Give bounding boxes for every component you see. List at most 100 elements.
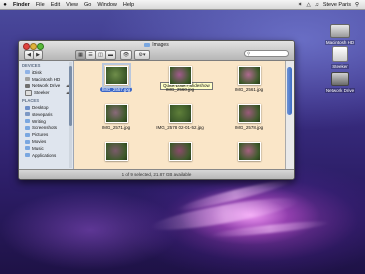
sidebar-scrollbar[interactable] [69,62,72,168]
bluetooth-icon[interactable]: ✴ [296,2,305,8]
hard-drive-icon [330,24,350,38]
desktop-icon-steeker[interactable]: Steeker [318,46,362,69]
sidebar-places-header: PLACES [22,98,39,104]
window-title: Images [19,42,294,48]
forward-button[interactable]: ▶ [33,50,43,60]
sidebar-item-desktop[interactable]: Desktop [19,104,73,111]
sidebar-item-label: Screenshots [32,125,58,131]
apple-menu-icon[interactable]: ● [0,2,10,8]
wifi-icon[interactable]: △ [304,2,312,8]
action-menu-button[interactable]: ⚙▾ [134,50,150,60]
volume-icon[interactable]: ♫ [313,2,321,8]
user-name[interactable]: Steve Paris [321,2,353,8]
file-name-label[interactable]: IMG_2578.jpg [223,125,275,130]
file-icon-grid: Quick Look / Slideshow IMG_2557.jpg IMG_2… [74,61,285,169]
image-thumbnail[interactable] [237,66,261,85]
sidebar-item-network-drive[interactable]: Network Drive ⏏ [19,83,73,90]
image-thumbnail[interactable] [104,104,128,123]
cover-flow-button[interactable]: ▬ [105,50,116,60]
file-item[interactable]: IMG_2557.jpg [90,61,142,97]
file-item[interactable] [223,137,275,173]
desktop-icon-network-drive[interactable]: Network Drive [318,72,362,93]
sidebar-item-label: iDisk [32,69,42,75]
movies-folder-icon [25,139,30,144]
menu-go[interactable]: Go [81,2,94,8]
image-thumbnail[interactable] [104,142,128,161]
file-name-label[interactable]: IMG_2557.jpg [99,87,133,92]
finder-window: Images ◀ ▶ ▦ ☰ ◫ ▬ 👁 ⚙▾ ⚲ DEVICES iDisk … [18,40,295,180]
file-name-label[interactable]: IMG_2560.jpg [154,87,206,92]
file-name-label[interactable]: IMG_2571.jpg [90,125,142,130]
file-name-label[interactable]: IMG_2578 02-01-52.jpg [154,125,206,130]
sidebar-item-writing[interactable]: Writing [19,118,73,125]
file-item[interactable]: IMG_2560.jpg [154,61,206,97]
menu-help[interactable]: Help [120,2,137,8]
sidebar-item-label: Writing [32,118,46,124]
sidebar-item-label: Desktop [32,105,49,111]
menu-bar: ● Finder File Edit View Go Window Help ✴… [0,0,365,10]
window-toolbar: Images ◀ ▶ ▦ ☰ ◫ ▬ 👁 ⚙▾ ⚲ [19,41,294,61]
window-title-text: Images [152,42,169,48]
music-folder-icon [25,146,30,151]
spotlight-icon[interactable]: ⚲ [353,2,361,8]
sidebar-item-steeker[interactable]: Steeker ⏏ [19,89,73,96]
image-thumbnail[interactable] [101,63,131,88]
file-item[interactable]: IMG_2561.jpg [223,61,275,97]
menu-edit[interactable]: Edit [48,2,63,8]
file-name-label[interactable]: IMG_2561.jpg [223,87,275,92]
desktop-icon-label: Macintosh HD [324,40,356,45]
image-thumbnail[interactable] [237,142,261,161]
image-thumbnail[interactable] [237,104,261,123]
file-item[interactable]: IMG_2571.jpg [90,99,142,135]
search-input[interactable]: ⚲ [244,50,289,57]
content-scrollbar[interactable] [285,61,294,169]
sidebar-devices-header: DEVICES [22,63,41,68]
sidebar-item-label: Macintosh HD [32,76,61,82]
desktop-icon [25,105,30,110]
desktop-icon-macintosh-hd[interactable]: Macintosh HD [318,24,362,45]
desktop-icon-label: Steeker [331,64,349,69]
sidebar-item-home[interactable]: steveparis [19,111,73,118]
sidebar-item-screenshots[interactable]: Screenshots [19,125,73,132]
home-icon [25,112,30,117]
sidebar-item-applications[interactable]: Applications [19,152,73,159]
folder-icon [25,125,30,130]
sidebar-item-movies[interactable]: Movies [19,138,73,145]
hard-drive-icon [25,77,30,82]
sidebar-item-label: Movies [32,139,47,145]
sidebar-item-label: Pictures [32,132,49,138]
sidebar-item-label: Music [32,145,44,151]
network-drive-icon [331,72,349,86]
file-item[interactable] [90,137,142,173]
menu-view[interactable]: View [63,2,81,8]
usb-drive-icon [25,89,32,96]
sidebar-item-idisk[interactable]: iDisk [19,69,73,76]
file-item[interactable]: IMG_2578.jpg [223,99,275,135]
image-thumbnail[interactable] [168,142,192,161]
sidebar: DEVICES iDisk Macintosh HD Network Drive… [19,61,74,169]
menu-window[interactable]: Window [94,2,120,8]
desktop-icon-label: Network Drive [324,88,356,93]
sidebar-item-label: Applications [32,152,57,158]
file-item[interactable] [154,137,206,173]
idisk-icon [25,70,30,75]
file-item[interactable]: IMG_2578 02-01-52.jpg [154,99,206,135]
pictures-folder-icon [25,132,30,137]
menu-file[interactable]: File [33,2,48,8]
sidebar-item-label: Network Drive [32,83,61,89]
sidebar-item-pictures[interactable]: Pictures [19,131,73,138]
menu-extras: ✴ △ ♫ Steve Paris ⚲ [296,2,365,8]
network-drive-icon [25,83,30,88]
quick-look-button[interactable]: 👁 [120,50,132,60]
search-icon: ⚲ [247,50,251,56]
image-thumbnail[interactable] [168,66,192,85]
menu-finder[interactable]: Finder [10,2,33,8]
sidebar-item-music[interactable]: Music [19,145,73,152]
content-scroll-thumb[interactable] [287,67,292,115]
sidebar-item-macintosh-hd[interactable]: Macintosh HD [19,76,73,83]
folder-icon [144,42,151,47]
sidebar-scroll-thumb[interactable] [69,66,72,126]
folder-icon [25,119,30,124]
usb-drive-icon [332,46,348,62]
image-thumbnail[interactable] [168,104,192,123]
